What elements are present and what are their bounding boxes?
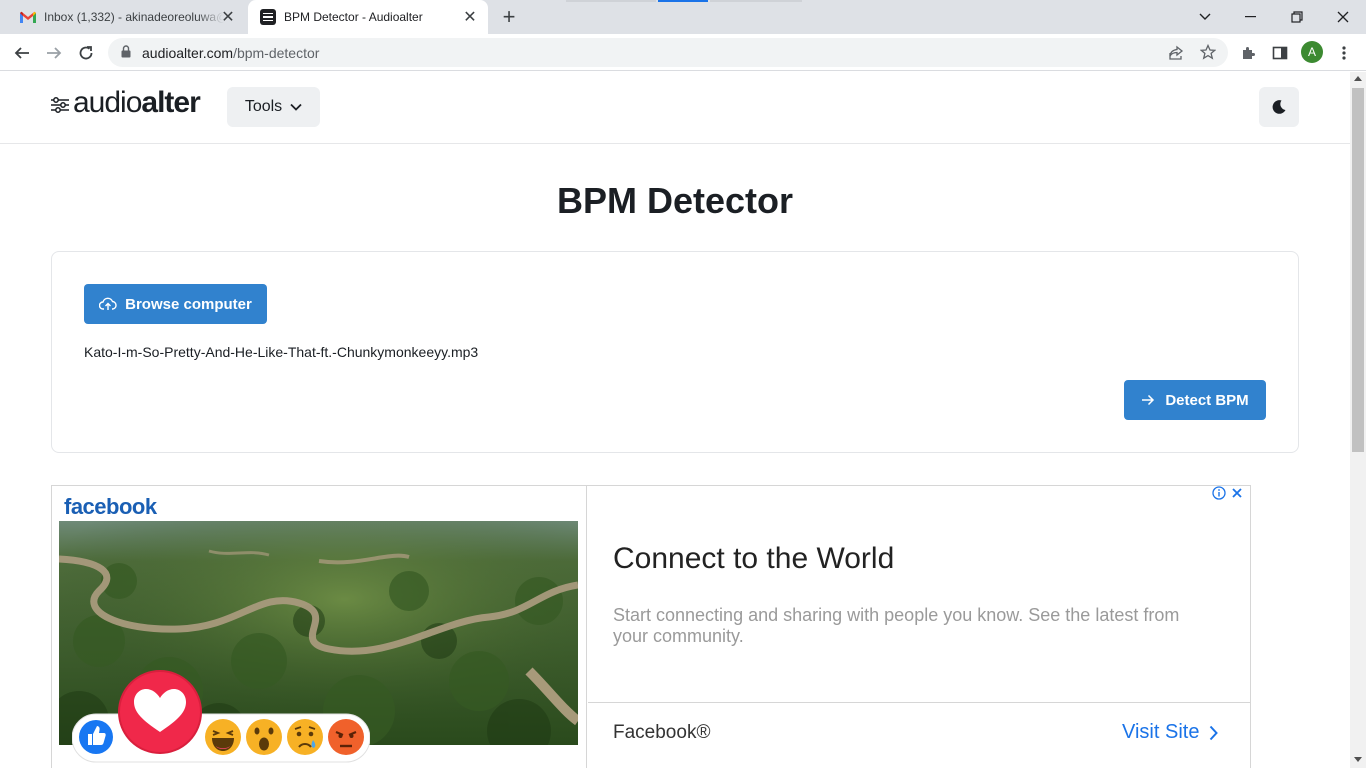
tab-group-marker-active <box>658 0 708 2</box>
moon-icon <box>1272 100 1286 114</box>
browser-toolbar: audioalter.com/bpm-detector <box>0 34 1366 71</box>
new-tab-button[interactable]: + <box>498 6 520 29</box>
tools-menu-button[interactable]: Tools <box>227 87 320 127</box>
more-vert-icon <box>1342 46 1346 60</box>
star-icon[interactable] <box>1200 44 1216 60</box>
detect-label: Detect BPM <box>1165 391 1249 409</box>
lock-icon <box>121 45 131 58</box>
tab-title: BPM Detector - Audioalter <box>284 10 423 24</box>
tab-gmail-inbox[interactable]: Inbox (1,332) - akinadeoreoluwa@gmail.co… <box>8 0 246 34</box>
back-button[interactable] <box>8 39 36 67</box>
browse-label: Browse computer <box>125 295 252 313</box>
ad-divider <box>588 702 1251 703</box>
close-window-button[interactable] <box>1320 0 1366 34</box>
close-icon <box>1337 11 1349 23</box>
restore-button[interactable] <box>1274 0 1320 34</box>
page-viewport: audioalter Tools BPM Detector Browse com… <box>0 72 1350 768</box>
ad-headline[interactable]: Connect to the World <box>613 542 894 576</box>
url-text: audioalter.com/bpm-detector <box>142 45 319 61</box>
scroll-thumb[interactable] <box>1352 88 1364 452</box>
ad-description: Start connecting and sharing with people… <box>613 605 1180 646</box>
page-title: BPM Detector <box>556 180 794 221</box>
theme-toggle-button[interactable] <box>1259 87 1299 127</box>
info-icon[interactable] <box>1212 486 1226 500</box>
audioalter-icon <box>260 9 276 25</box>
side-panel-button[interactable] <box>1266 39 1294 67</box>
scroll-up-arrow[interactable] <box>1354 76 1362 81</box>
sad-reaction-icon <box>287 719 323 755</box>
tools-label: Tools <box>244 98 283 115</box>
puzzle-icon <box>1243 47 1255 59</box>
facebook-logo: facebook <box>64 494 157 519</box>
site-header: audioalter Tools <box>0 72 1350 144</box>
logo-text: audioalter <box>73 86 201 120</box>
angry-reaction-icon <box>328 719 364 755</box>
tab-group-marker <box>566 0 656 2</box>
address-bar[interactable]: audioalter.com/bpm-detector <box>108 38 1228 67</box>
page-scrollbar[interactable] <box>1350 72 1366 768</box>
logo-text-light: audio <box>73 86 142 119</box>
like-reaction-icon <box>79 720 113 754</box>
forward-button[interactable] <box>40 39 68 67</box>
logo-text-bold: alter <box>141 86 200 119</box>
url-path: /bpm-detector <box>233 45 320 61</box>
visit-site-label: Visit Site <box>1122 721 1200 743</box>
scroll-down-arrow[interactable] <box>1354 757 1362 762</box>
reload-icon <box>79 46 93 60</box>
arrow-right-icon <box>47 47 62 59</box>
love-reaction-icon <box>118 670 202 754</box>
close-icon[interactable] <box>1230 486 1244 500</box>
ad-choices[interactable] <box>1212 486 1244 500</box>
upload-card: Browse computer Kato-I-m-So-Pretty-And-H… <box>51 251 1299 453</box>
share-icon[interactable] <box>1168 45 1184 61</box>
tab-bpm-detector[interactable]: BPM Detector - Audioalter ✕ <box>248 0 488 34</box>
close-icon[interactable]: ✕ <box>220 9 236 26</box>
haha-reaction-icon <box>205 719 241 755</box>
chevron-down-icon <box>1199 13 1211 20</box>
side-panel-icon <box>1272 46 1288 60</box>
arrow-left-icon <box>14 47 29 59</box>
tab-search-button[interactable] <box>1182 0 1228 34</box>
url-host: audioalter.com <box>142 45 234 61</box>
cloud-upload-icon <box>99 297 117 310</box>
wow-reaction-icon <box>246 719 282 755</box>
profile-avatar[interactable]: A <box>1301 41 1323 63</box>
facebook-reactions-graphic <box>72 670 370 763</box>
tab-title: Inbox (1,332) - akinadeoreoluwa@gmail.co… <box>44 10 224 24</box>
chevron-down-icon <box>290 103 302 111</box>
extensions-button[interactable] <box>1234 39 1262 67</box>
reload-button[interactable] <box>72 39 100 67</box>
minimize-button[interactable] <box>1228 0 1274 34</box>
ad-advertiser: Facebook® <box>613 722 711 743</box>
arrow-right-icon <box>1142 394 1155 406</box>
browse-computer-button[interactable]: Browse computer <box>84 284 267 324</box>
browser-tabstrip: Inbox (1,332) - akinadeoreoluwa@gmail.co… <box>0 0 1366 34</box>
selected-filename: Kato-I-m-So-Pretty-And-He-Like-That-ft.-… <box>84 344 479 360</box>
gmail-icon <box>20 11 36 23</box>
restore-icon <box>1291 11 1303 23</box>
chevron-right-icon <box>1210 725 1219 740</box>
close-icon[interactable]: ✕ <box>462 9 478 26</box>
chrome-menu-button[interactable] <box>1330 39 1358 67</box>
sliders-icon <box>51 97 69 113</box>
site-logo[interactable]: audioalter <box>50 86 201 120</box>
visit-site-link[interactable]: Visit Site <box>1122 721 1219 744</box>
tab-group-marker <box>710 0 802 2</box>
minimize-icon <box>1245 16 1256 18</box>
detect-bpm-button[interactable]: Detect BPM <box>1124 380 1266 420</box>
